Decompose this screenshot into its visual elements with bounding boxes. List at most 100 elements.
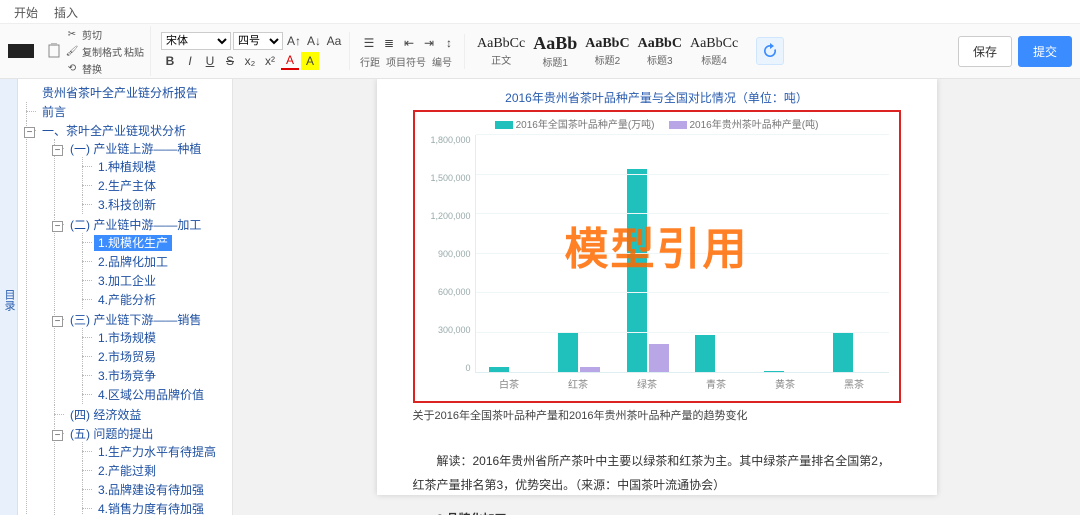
x-tick-label: 白茶: [499, 376, 519, 391]
subheading: 2.品牌化加工: [413, 507, 901, 515]
bar: [649, 344, 669, 372]
outline-item-active[interactable]: 1.规模化生产: [94, 235, 172, 251]
outline-n1-4[interactable]: (四) 经济效益: [66, 407, 145, 423]
paste-button[interactable]: 粘贴: [124, 44, 144, 59]
paste-icon[interactable]: [46, 43, 62, 59]
outline-n1-2[interactable]: (二) 产业链中游——加工: [66, 217, 205, 233]
style-h4[interactable]: AaBbCc标题4: [690, 36, 738, 67]
bar-group: [764, 135, 806, 372]
document-area[interactable]: 2016年贵州省茶叶品种产量与全国对比情况（单位：吨） 2016年全国茶叶品种产…: [233, 79, 1080, 515]
indent-dec-button[interactable]: ⇤: [400, 34, 418, 52]
shrink-font-button[interactable]: A↓: [305, 32, 323, 50]
outline-item[interactable]: 1.生产力水平有待提高: [94, 444, 220, 460]
replace-icon: ⟲: [64, 60, 80, 76]
line-spacing-button[interactable]: ↕: [440, 34, 458, 52]
collapse-icon[interactable]: −: [52, 221, 63, 232]
x-tick-label: 红茶: [568, 376, 588, 391]
replace-button[interactable]: ⟲替换: [64, 60, 122, 76]
outline-item[interactable]: 4.产能分析: [94, 292, 160, 308]
outline-item[interactable]: 3.市场竞争: [94, 368, 160, 384]
bar-group: [695, 135, 737, 372]
bar-group: [558, 135, 600, 372]
copy-format-button[interactable]: 🖌复制格式: [64, 43, 122, 59]
submit-button[interactable]: 提交: [1018, 36, 1072, 67]
outline-item[interactable]: 2.产能过剩: [94, 463, 160, 479]
bar: [558, 333, 578, 372]
chart-legend: 2016年全国茶叶品种产量(万吨) 2016年贵州茶叶品种产量(吨): [419, 116, 895, 131]
outline-item[interactable]: 3.加工企业: [94, 273, 160, 289]
style-h2[interactable]: AaBbC标题2: [585, 36, 629, 67]
menu-start[interactable]: 开始: [14, 4, 38, 21]
refresh-button[interactable]: [756, 37, 784, 65]
font-group: 宋体 四号 A↑ A↓ Aa B I U S x₂ x² A A: [155, 32, 350, 70]
chart-plot: 1,800,0001,500,0001,200,000900,000600,00…: [419, 135, 895, 397]
bar-group: [489, 135, 531, 372]
legend-swatch-a: [495, 121, 513, 129]
strike-button[interactable]: S: [221, 52, 239, 70]
bar: [695, 335, 715, 372]
font-family-select[interactable]: 宋体: [161, 32, 231, 50]
indent-inc-button[interactable]: ⇥: [420, 34, 438, 52]
style-body[interactable]: AaBbCc正文: [477, 36, 525, 67]
refresh-icon: [762, 43, 778, 59]
style-h1[interactable]: AaBb标题1: [533, 33, 577, 69]
bar: [489, 367, 509, 372]
clear-format-button[interactable]: Aa: [325, 32, 343, 50]
numbering-button[interactable]: ≣: [380, 34, 398, 52]
outline-tab[interactable]: 目录: [0, 79, 18, 515]
outline-item[interactable]: 2.品牌化加工: [94, 254, 172, 270]
outline-n1-1[interactable]: (一) 产业链上游——种植: [66, 141, 205, 157]
outline-panel: 贵州省茶叶全产业链分析报告 前言 −一、茶叶全产业链现状分析 −(一) 产业链上…: [18, 79, 233, 515]
outline-n1[interactable]: 一、茶叶全产业链现状分析: [38, 123, 190, 139]
clipboard-group: ✂剪切 🖌复制格式 ⟲替换 粘贴: [40, 26, 151, 76]
outline-root[interactable]: 贵州省茶叶全产业链分析报告: [38, 85, 202, 101]
outline-item[interactable]: 3.科技创新: [94, 197, 160, 213]
x-tick-label: 黑茶: [844, 376, 864, 391]
bullets-button[interactable]: ☰: [360, 34, 378, 52]
outline-item[interactable]: 4.销售力度有待加强: [94, 501, 208, 515]
outline-item[interactable]: 2.生产主体: [94, 178, 160, 194]
x-tick-label: 绿茶: [637, 376, 657, 391]
x-tick-label: 青茶: [706, 376, 726, 391]
menubar: 开始 插入: [0, 0, 1080, 24]
styles-gallery: AaBbCc正文 AaBb标题1 AaBbC标题2 AaBbC标题3 AaBbC…: [469, 33, 746, 69]
menu-insert[interactable]: 插入: [54, 4, 78, 21]
bold-button[interactable]: B: [161, 52, 179, 70]
grow-font-button[interactable]: A↑: [285, 32, 303, 50]
outline-item[interactable]: 3.品牌建设有待加强: [94, 482, 208, 498]
bar-group: [833, 135, 875, 372]
numbering-label: 编号: [432, 54, 452, 69]
highlight-button[interactable]: A: [301, 52, 319, 70]
outline-item[interactable]: 2.市场贸易: [94, 349, 160, 365]
chart-title: 2016年贵州省茶叶品种产量与全国对比情况（单位：吨）: [413, 89, 901, 106]
bar: [627, 169, 647, 372]
underline-button[interactable]: U: [201, 52, 219, 70]
collapse-icon[interactable]: −: [52, 430, 63, 441]
style-h3[interactable]: AaBbC标题3: [638, 36, 682, 67]
subscript-button[interactable]: x₂: [241, 52, 259, 70]
outline-item[interactable]: 1.市场规模: [94, 330, 160, 346]
outline-preface[interactable]: 前言: [38, 104, 70, 120]
legend-swatch-b: [669, 121, 687, 129]
outline-n1-3[interactable]: (三) 产业链下游——销售: [66, 312, 205, 328]
outline-item[interactable]: 4.区域公用品牌价值: [94, 387, 208, 403]
outline-n1-5[interactable]: (五) 问题的提出: [66, 426, 157, 442]
chart-caption: 关于2016年全国茶叶品种产量和2016年贵州茶叶品种产量的趋势变化: [413, 407, 901, 423]
app-logo: [8, 44, 34, 58]
bar: [764, 371, 784, 372]
font-color-button[interactable]: A: [281, 52, 299, 70]
italic-button[interactable]: I: [181, 52, 199, 70]
collapse-icon[interactable]: −: [52, 316, 63, 327]
outline-item[interactable]: 1.种植规模: [94, 159, 160, 175]
y-axis: 1,800,0001,500,0001,200,000900,000600,00…: [419, 135, 471, 373]
toolbar: ✂剪切 🖌复制格式 ⟲替换 粘贴 宋体 四号 A↑ A↓ Aa B I U S …: [0, 24, 1080, 79]
collapse-icon[interactable]: −: [24, 127, 35, 138]
cut-button[interactable]: ✂剪切: [64, 26, 122, 42]
bar: [580, 367, 600, 372]
save-button[interactable]: 保存: [958, 36, 1012, 67]
collapse-icon[interactable]: −: [52, 145, 63, 156]
paragraph-group: ☰ ≣ ⇤ ⇥ ↕ 行距 项目符号 编号: [354, 34, 465, 69]
x-tick-label: 黄茶: [775, 376, 795, 391]
superscript-button[interactable]: x²: [261, 52, 279, 70]
font-size-select[interactable]: 四号: [233, 32, 283, 50]
